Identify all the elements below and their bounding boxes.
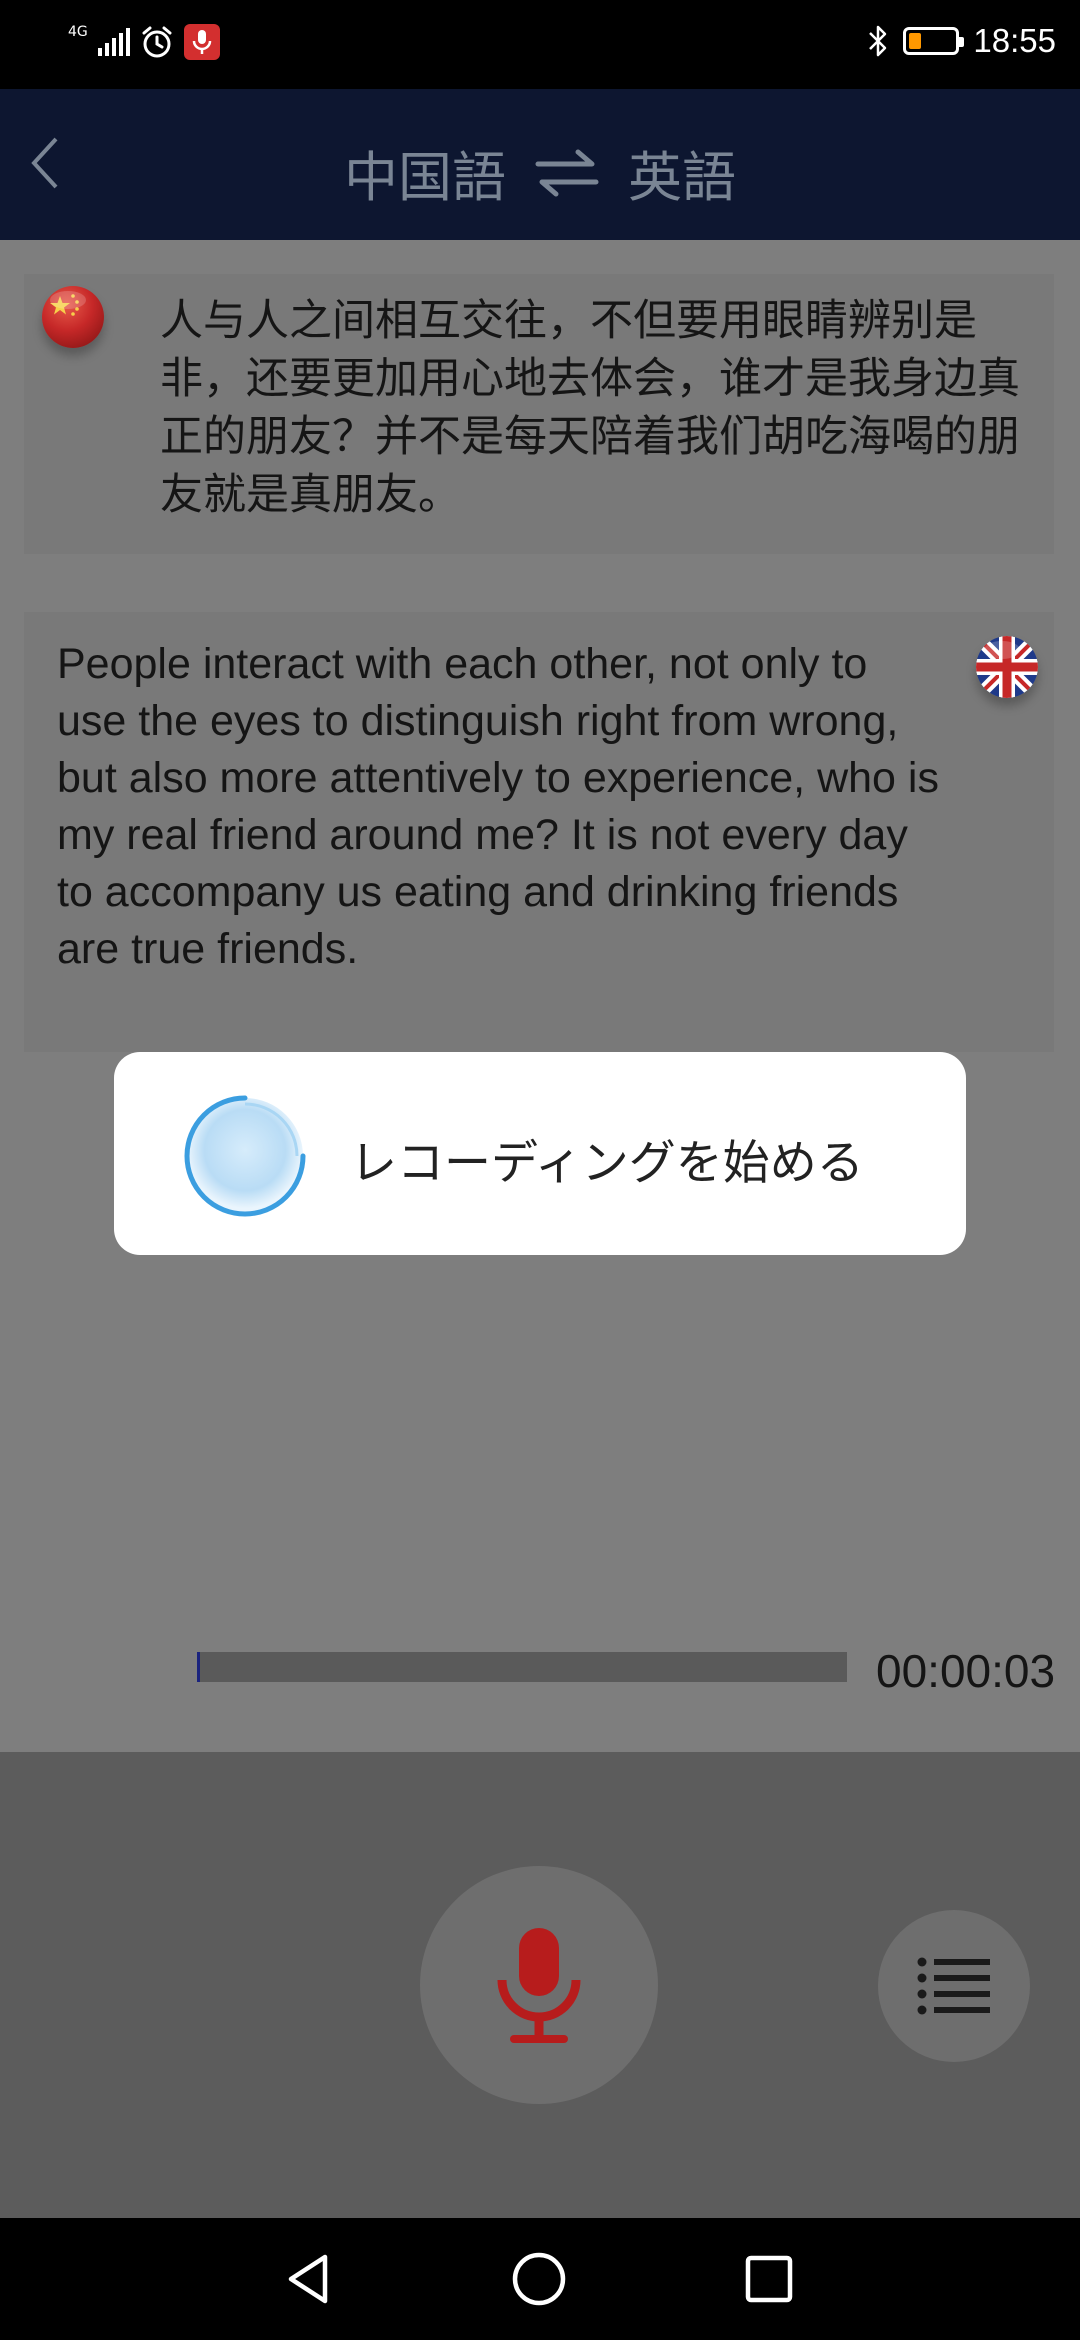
- language-pair: 中国語 英語: [0, 133, 1080, 212]
- microphone-icon: [497, 1928, 581, 2043]
- source-language[interactable]: 中国語: [344, 133, 506, 212]
- system-navigation-bar: [0, 2218, 1080, 2340]
- dialog-message: レコーディングを始める: [350, 1136, 864, 1191]
- nav-home-button[interactable]: [502, 2242, 576, 2316]
- nav-back-icon: [288, 2254, 328, 2304]
- list-icon: [917, 1957, 990, 2015]
- source-text: 人与人之间相互交往，不但要用眼睛辨别是非，还要更加用心地去体会，谁才是我身边真正…: [160, 296, 1020, 520]
- nav-recents-icon: [745, 2255, 793, 2303]
- loading-spinner-icon: [178, 1089, 312, 1223]
- status-bar: 4G 18:55: [0, 0, 1080, 89]
- alarm-icon: [142, 26, 172, 58]
- translated-text: People interact with each other, not onl…: [57, 640, 939, 973]
- conversation-area: 人与人之间相互交往，不但要用眼睛辨别是非，还要更加用心地去体会，谁才是我身边真正…: [0, 240, 1080, 1752]
- battery-icon: [903, 27, 965, 55]
- nav-home-icon: [512, 2252, 566, 2306]
- recording-progress-fill: [197, 1652, 201, 1682]
- clock: 18:55: [973, 22, 1056, 59]
- uk-flag-icon: [976, 636, 1038, 698]
- swap-arrows-icon[interactable]: [534, 146, 600, 200]
- bottom-controls: [0, 1752, 1080, 2218]
- china-flag-icon: [42, 286, 104, 348]
- recording-dialog: レコーディングを始める: [114, 1052, 966, 1255]
- history-list-button[interactable]: [878, 1910, 1030, 2062]
- network-type: 4G: [68, 24, 88, 40]
- recording-progress-bar: [197, 1652, 847, 1682]
- recording-timer: 00:00:03: [876, 1645, 1056, 1697]
- app-header: 中国語 英語: [0, 89, 1080, 240]
- signal-icon: [97, 28, 130, 56]
- record-button[interactable]: [420, 1866, 658, 2104]
- bluetooth-icon: [869, 25, 887, 57]
- nav-recents-button[interactable]: [732, 2242, 806, 2316]
- target-language[interactable]: 英語: [628, 133, 736, 212]
- nav-back-button[interactable]: [272, 2242, 346, 2316]
- mic-recording-icon: [183, 24, 220, 60]
